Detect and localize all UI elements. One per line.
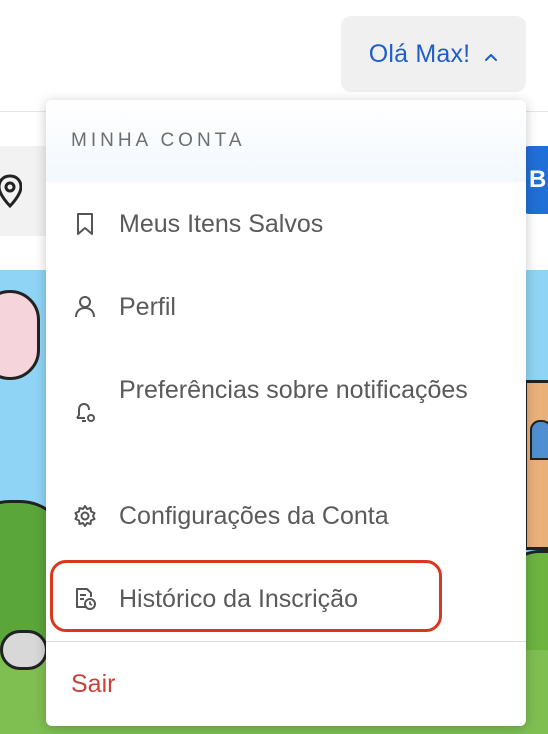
greeting-label: Olá Max! [368, 39, 471, 68]
logout-button[interactable]: Sair [46, 662, 526, 708]
logout-label: Sair [71, 670, 116, 698]
menu-item-notification-preferences[interactable]: Preferências sobre notificações [46, 368, 526, 458]
menu-item-label: Configurações da Conta [119, 502, 389, 530]
illustration-rock [0, 630, 48, 670]
document-clock-icon [73, 587, 97, 611]
menu-section-title: MINHA CONTA [71, 130, 246, 151]
menu-divider [46, 641, 526, 642]
top-header: Olá Max! [0, 0, 548, 112]
menu-item-subscription-history[interactable]: Histórico da Inscrição [46, 575, 526, 623]
account-menu-button[interactable]: Olá Max! [341, 16, 526, 92]
menu-section-header: MINHA CONTA [46, 100, 526, 182]
bell-settings-icon [73, 400, 97, 424]
gear-icon [73, 504, 97, 528]
illustration-house [524, 380, 548, 550]
menu-item-account-settings[interactable]: Configurações da Conta [46, 492, 526, 540]
menu-item-label: Perfil [119, 293, 176, 321]
bookmark-icon [73, 212, 97, 236]
menu-item-label: Preferências sobre notificações [119, 376, 468, 404]
menu-item-saved-items[interactable]: Meus Itens Salvos [46, 200, 526, 248]
account-dropdown-menu: MINHA CONTA Meus Itens Salvos Perfil Pre… [46, 100, 526, 726]
user-icon [73, 295, 97, 319]
map-pin-icon [0, 174, 23, 209]
menu-item-profile[interactable]: Perfil [46, 283, 526, 331]
illustration-window [530, 420, 548, 460]
menu-item-label: Meus Itens Salvos [119, 210, 324, 238]
search-button[interactable]: B [523, 146, 548, 214]
menu-item-label: Histórico da Inscrição [119, 585, 358, 613]
chevron-up-icon [484, 49, 498, 61]
illustration-shape [0, 290, 40, 380]
